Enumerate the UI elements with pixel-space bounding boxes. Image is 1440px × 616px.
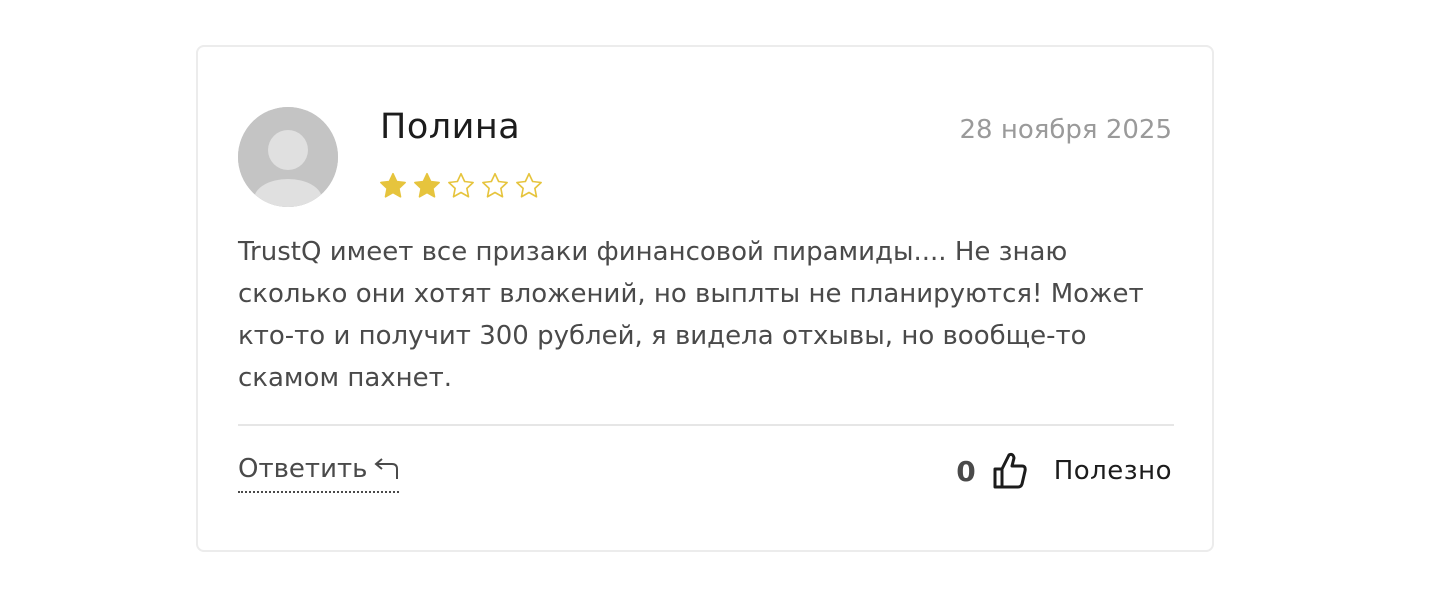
reply-button[interactable]: Ответить	[238, 451, 400, 493]
reply-label: Ответить	[238, 454, 368, 484]
thumbs-up-icon[interactable]	[992, 451, 1028, 491]
reply-arrow-icon	[374, 458, 399, 479]
star-icon	[380, 172, 406, 198]
divider	[238, 424, 1174, 426]
review-text: TrustQ имеет все призаки финансовой пира…	[238, 237, 1144, 393]
helpful-count: 0	[956, 454, 976, 488]
helpful-button[interactable]: Полезно	[1054, 456, 1172, 486]
star-icon	[482, 172, 508, 198]
review-date: 28 ноября 2025	[959, 115, 1172, 145]
star-icon	[516, 172, 542, 198]
user-avatar-icon	[238, 107, 338, 207]
star-icon	[414, 172, 440, 198]
review-card: Полина 28 ноября 2025 TrustQ имеет все п…	[196, 45, 1214, 552]
helpful-block: 0 Полезно	[956, 447, 1172, 495]
rating-stars	[378, 171, 544, 201]
star-icon	[448, 172, 474, 198]
author-name: Полина	[380, 107, 521, 147]
page: Полина 28 ноября 2025 TrustQ имеет все п…	[0, 0, 1440, 616]
